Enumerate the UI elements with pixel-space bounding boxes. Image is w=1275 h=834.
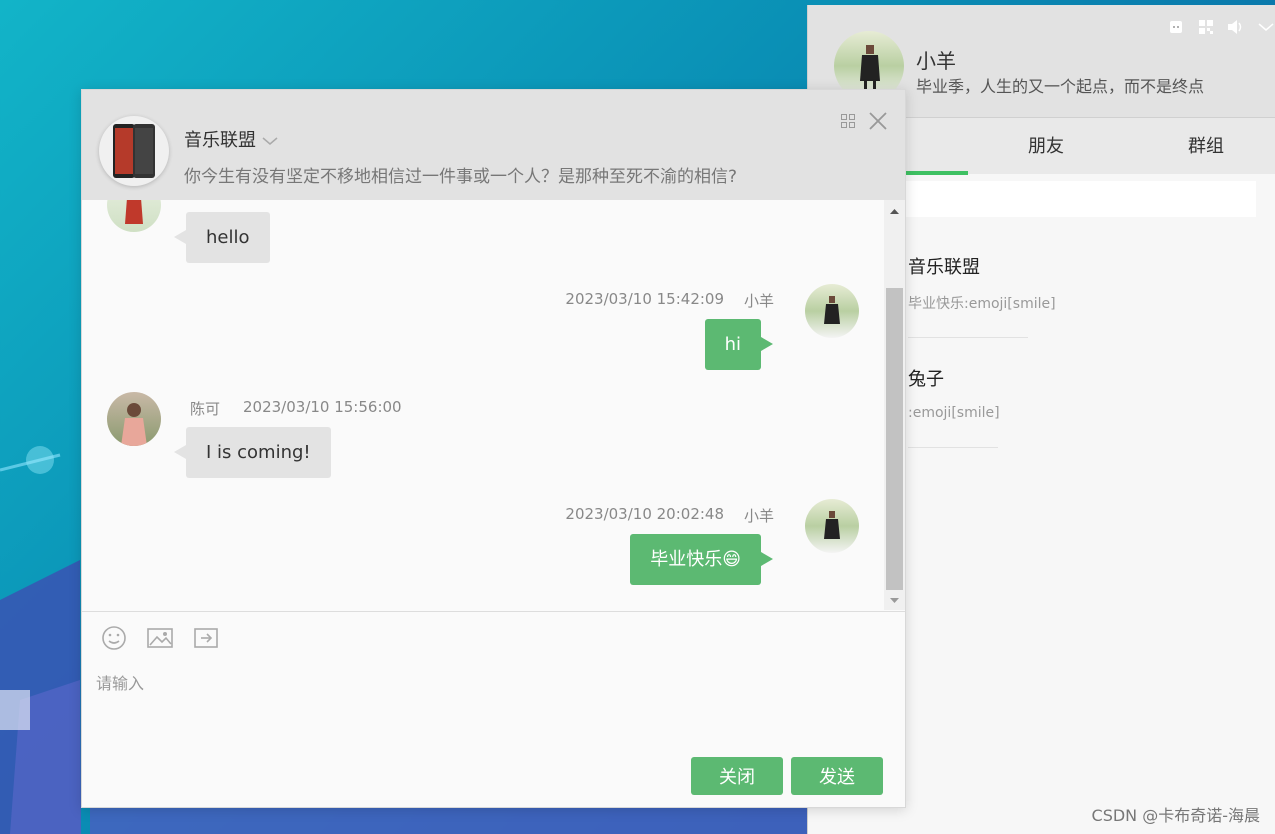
contact-name: 兔子	[908, 369, 944, 390]
scroll-thumb[interactable]	[886, 288, 903, 590]
chat-title-text: 音乐联盟	[184, 130, 256, 151]
contact-item[interactable]: 兔子 :emoji[smile]	[908, 365, 1168, 421]
tab-groups[interactable]: 群组	[1188, 132, 1224, 158]
message-sender: 小羊	[744, 292, 775, 310]
send-button[interactable]: 发送	[791, 757, 883, 795]
qrcode-icon[interactable]	[841, 114, 855, 132]
volume-icon[interactable]	[1226, 17, 1246, 37]
contact-name: 音乐联盟	[908, 257, 980, 278]
scroll-up-icon[interactable]	[884, 206, 905, 216]
scrollbar[interactable]	[884, 200, 905, 610]
message-sender: 小羊	[744, 507, 775, 525]
message-bubble[interactable]: I is coming!	[174, 427, 331, 478]
chat-subtitle: 你今生有没有坚定不移地相信过一件事或一个人？是那种至死不渝的相信?	[184, 167, 738, 187]
contact-last-message: 毕业快乐:emoji[smile]	[908, 296, 1056, 312]
search-input[interactable]	[898, 181, 1256, 217]
chevron-down-icon[interactable]	[262, 130, 278, 151]
message-bubble[interactable]: 毕业快乐😄	[630, 534, 773, 585]
chat-controls	[841, 112, 887, 134]
window-controls	[1166, 17, 1275, 37]
divider	[908, 337, 1028, 338]
chevron-down-icon[interactable]	[1256, 17, 1275, 37]
message-time: 2023/03/10 15:42:09	[565, 290, 724, 308]
sender-avatar[interactable]	[805, 499, 859, 553]
composer: 请输入 关闭 发送	[82, 611, 905, 807]
scroll-down-icon[interactable]	[884, 596, 905, 606]
group-avatar[interactable]	[99, 116, 169, 186]
divider	[908, 447, 998, 448]
chat-window: 音乐联盟 你今生有没有坚定不移地相信过一件事或一个人？是那种至死不渝的相信? h…	[81, 89, 906, 808]
sender-avatar[interactable]	[805, 284, 859, 338]
chat-title[interactable]: 音乐联盟	[184, 126, 278, 152]
composer-toolbar	[100, 624, 220, 652]
qrcode-icon[interactable]	[1196, 17, 1216, 37]
message-sender: 陈可	[190, 400, 221, 418]
message-input[interactable]: 请输入	[96, 670, 886, 750]
close-button[interactable]: 关闭	[691, 757, 783, 795]
tab-friends[interactable]: 朋友	[1028, 132, 1064, 158]
contact-last-message: :emoji[smile]	[908, 405, 1000, 421]
message-bubble[interactable]: hi	[704, 319, 774, 370]
message-bubble[interactable]: hello	[174, 212, 270, 263]
user-name: 小羊	[916, 49, 956, 73]
chat-header: 音乐联盟 你今生有没有坚定不移地相信过一件事或一个人？是那种至死不渝的相信?	[82, 90, 905, 200]
user-signature: 毕业季，人生的又一个起点，而不是终点	[916, 77, 1205, 96]
image-icon[interactable]	[146, 624, 174, 652]
skin-icon[interactable]	[1166, 17, 1186, 37]
contact-item[interactable]: 音乐联盟 毕业快乐:emoji[smile]	[908, 253, 1168, 313]
message-time: 2023/03/10 20:02:48	[565, 505, 724, 523]
file-icon[interactable]	[192, 624, 220, 652]
sender-avatar[interactable]	[107, 392, 161, 446]
message-list[interactable]: hello 2023/03/10 15:42:09 小羊 hi 陈可 2023/…	[82, 200, 884, 610]
close-icon[interactable]	[869, 112, 887, 134]
emoji-icon[interactable]	[100, 624, 128, 652]
message-time: 2023/03/10 15:56:00	[243, 398, 402, 416]
sender-avatar[interactable]	[107, 200, 161, 232]
csdn-watermark: CSDN @卡布奇诺-海晨	[1091, 806, 1260, 825]
